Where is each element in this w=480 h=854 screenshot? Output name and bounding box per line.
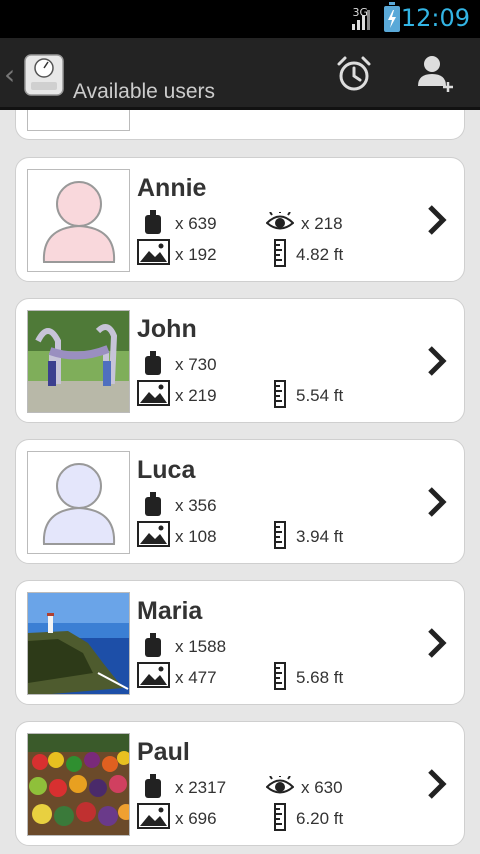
- ruler-icon: [274, 662, 286, 690]
- weighings-count: x 730: [175, 355, 217, 374]
- ruler-icon: [274, 239, 286, 267]
- avatar: [27, 592, 130, 695]
- page-title: Available users: [73, 80, 216, 103]
- weight-icon: [145, 492, 161, 516]
- image-icon: [137, 662, 170, 688]
- chevron-right-icon[interactable]: [426, 768, 448, 800]
- pink-person-placeholder-icon: [42, 181, 116, 263]
- avatar: [27, 110, 130, 131]
- weighings-count: x 1588: [175, 637, 227, 656]
- clock: 12:09: [400, 4, 470, 32]
- height-value: 5.68 ft: [296, 668, 344, 687]
- image-icon: [137, 380, 170, 406]
- height-value: 4.82 ft: [296, 245, 344, 264]
- height-value: 3.94 ft: [296, 527, 344, 546]
- user-name: Maria: [137, 597, 203, 625]
- user-card-luca[interactable]: Luca x 356 x 108 3.94 ft: [15, 439, 465, 564]
- ruler-icon: [274, 380, 286, 408]
- avatar: [27, 169, 130, 272]
- avatar: [27, 310, 130, 413]
- weight-icon: [145, 210, 161, 234]
- photos-count: x 219: [175, 386, 217, 405]
- avatar: [27, 451, 130, 554]
- image-icon: [137, 239, 170, 265]
- user-card-paul[interactable]: Paul x 2317 x 630 x 696 6.20 ft: [15, 721, 465, 846]
- chevron-right-icon[interactable]: [426, 345, 448, 377]
- coastal-lighthouse-photo-icon: [28, 593, 129, 694]
- blue-person-placeholder-icon: [42, 463, 116, 545]
- ruler-icon: [274, 521, 286, 549]
- add-user-icon[interactable]: [414, 52, 458, 96]
- signal-icon: [352, 10, 370, 30]
- scale-logo-icon[interactable]: [22, 52, 66, 96]
- chevron-right-icon[interactable]: [426, 486, 448, 518]
- user-name: John: [137, 315, 197, 343]
- user-name: Paul: [137, 738, 190, 766]
- chevron-right-icon[interactable]: [426, 204, 448, 236]
- user-name: Annie: [137, 174, 207, 202]
- views-count: x 218: [301, 214, 343, 233]
- alarm-clock-icon[interactable]: [334, 54, 374, 94]
- weighings-count: x 2317: [175, 778, 227, 797]
- user-card-maria[interactable]: Maria x 1588 x 477 5.68 ft: [15, 580, 465, 705]
- sculpture-photo-icon: [28, 311, 129, 412]
- fruit-market-photo-icon: [28, 734, 129, 835]
- user-card-partial[interactable]: [15, 110, 465, 140]
- eye-icon: [266, 212, 294, 230]
- weighings-count: x 639: [175, 214, 217, 233]
- weight-icon: [145, 774, 161, 798]
- weight-icon: [145, 351, 161, 375]
- image-icon: [137, 521, 170, 547]
- weighings-count: x 356: [175, 496, 217, 515]
- user-name: Luca: [137, 456, 196, 484]
- user-list: Annie x 639 x 218 x 192 4.82 ft John x 7…: [0, 110, 480, 854]
- status-bar: 3G 12:09: [0, 0, 480, 38]
- avatar: [27, 733, 130, 836]
- weight-icon: [145, 633, 161, 657]
- action-bar: ‹ Available users: [0, 38, 480, 110]
- eye-icon: [266, 776, 294, 794]
- ruler-icon: [274, 803, 286, 831]
- height-value: 5.54 ft: [296, 386, 344, 405]
- views-count: x 630: [301, 778, 343, 797]
- photos-count: x 696: [175, 809, 217, 828]
- photos-count: x 477: [175, 668, 217, 687]
- chevron-right-icon[interactable]: [426, 627, 448, 659]
- photos-count: x 192: [175, 245, 217, 264]
- photos-count: x 108: [175, 527, 217, 546]
- up-caret-icon[interactable]: ‹: [4, 58, 15, 91]
- battery-icon: [384, 2, 400, 32]
- user-card-annie[interactable]: Annie x 639 x 218 x 192 4.82 ft: [15, 157, 465, 282]
- image-icon: [137, 803, 170, 829]
- user-card-john[interactable]: John x 730 x 219 5.54 ft: [15, 298, 465, 423]
- height-value: 6.20 ft: [296, 809, 344, 828]
